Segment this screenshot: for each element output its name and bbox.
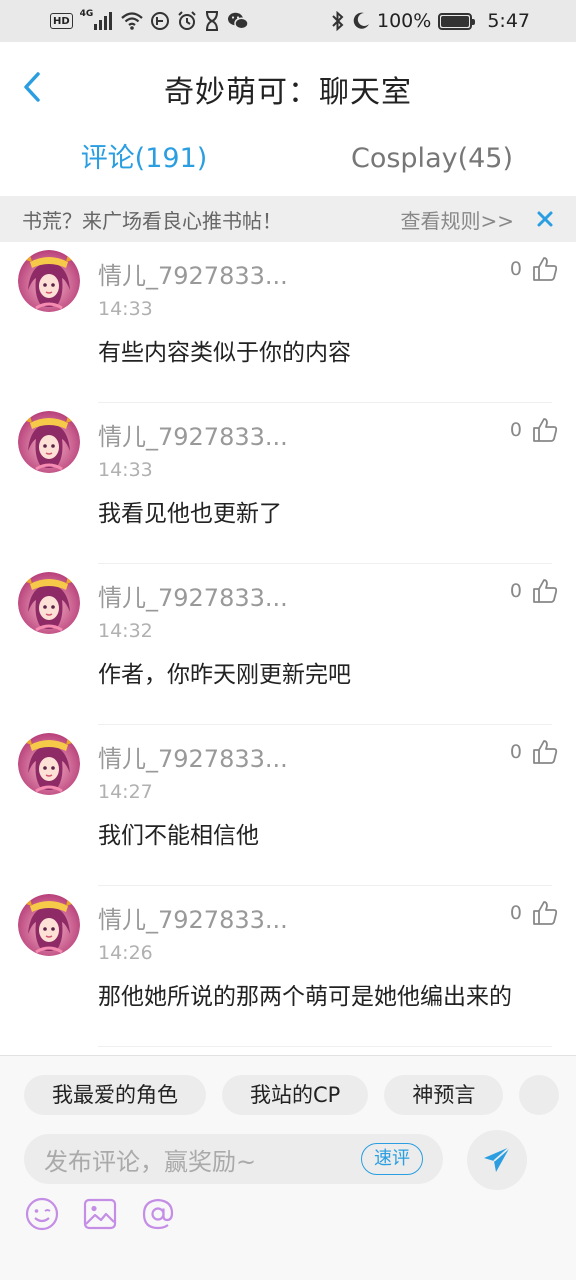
status-left: HD 4G: [50, 10, 250, 32]
wifi-icon: [121, 10, 144, 32]
thumbs-up-icon: [533, 901, 558, 925]
like-button[interactable]: 0: [510, 739, 558, 765]
comment-text: 那他她所说的那两个萌可是她他编出来的: [98, 984, 512, 1010]
comment-username[interactable]: 情儿_7927833...: [98, 256, 288, 291]
hd-icon: HD: [50, 13, 73, 29]
topic-chip[interactable]: 我站的CP: [222, 1075, 369, 1115]
comment-time: 14:26: [98, 942, 153, 964]
avatar[interactable]: [18, 894, 80, 956]
topic-chip-more[interactable]: [519, 1075, 560, 1115]
notice-banner: 书荒？来广场看良心推书帖！ 查看规则>>: [0, 196, 576, 242]
thumbs-up-icon: [533, 418, 558, 442]
emoji-icon[interactable]: [24, 1196, 60, 1232]
bluetooth-icon: [331, 10, 345, 32]
send-icon: [484, 1146, 511, 1172]
topic-chips: 我最爱的角色 我站的CP 神预言: [24, 1075, 576, 1115]
comment-item: 情儿_7927833... 14:33 0 我看见他也更新了: [0, 403, 576, 564]
comment-username[interactable]: 情儿_7927833...: [98, 900, 288, 935]
comment-input[interactable]: 发布评论，赢奖励~ 速评: [24, 1134, 443, 1184]
comment-time: 14:32: [98, 620, 153, 642]
back-button[interactable]: [18, 70, 48, 104]
back-arrow-icon: [24, 72, 40, 102]
like-count: 0: [509, 258, 522, 280]
view-rules-link[interactable]: 查看规则>>: [400, 205, 514, 234]
comment-text: 作者，你昨天刚更新完吧: [98, 662, 351, 688]
topic-chip[interactable]: 我最爱的角色: [24, 1075, 206, 1115]
page-title: 奇妙萌可：聊天室: [164, 75, 412, 110]
comment-item: 情儿_7927833... 14:32 0 作者，你昨天刚更新完吧: [0, 564, 576, 725]
like-button[interactable]: 0: [510, 578, 558, 604]
comment-input-placeholder: 发布评论，赢奖励~: [44, 1147, 257, 1176]
thumbs-up-icon: [533, 740, 558, 764]
comment-time: 14:33: [98, 298, 153, 320]
header: 奇妙萌可：聊天室: [0, 42, 576, 136]
status-bar: HD 4G 100% 5:47: [0, 0, 576, 42]
comment-time: 14:27: [98, 781, 153, 803]
comment-username[interactable]: 情儿_7927833...: [98, 739, 288, 774]
like-count: 0: [509, 741, 522, 763]
status-right: 100% 5:47: [331, 10, 530, 32]
comment-text: 我们不能相信他: [98, 823, 259, 849]
battery-fill: [441, 15, 470, 27]
clock: 5:47: [487, 10, 530, 32]
comment-text: 我看见他也更新了: [98, 501, 282, 527]
divider: [98, 1046, 552, 1047]
data-saver-icon: [150, 10, 170, 32]
mention-icon[interactable]: [140, 1196, 176, 1232]
avatar[interactable]: [18, 572, 80, 634]
alarm-icon: [177, 10, 197, 32]
avatar[interactable]: [18, 411, 80, 473]
send-button[interactable]: [467, 1130, 527, 1190]
image-icon[interactable]: [82, 1196, 118, 1232]
comment-item: 情儿_7927833... 14:26 0 那他她所说的那两个萌可是她他编出来的: [0, 886, 576, 1047]
like-button[interactable]: 0: [510, 256, 558, 282]
comment-text: 有些内容类似于你的内容: [98, 340, 351, 366]
comment-item: 情儿_7927833... 14:33 0 有些内容类似于你的内容: [0, 242, 576, 403]
like-button[interactable]: 0: [510, 417, 558, 443]
like-count: 0: [509, 580, 522, 602]
composer-tools: [24, 1196, 176, 1232]
avatar[interactable]: [18, 250, 80, 312]
comment-items: 情儿_7927833... 14:33 0 有些内容类似于你的内容 情儿_792…: [0, 242, 576, 1047]
like-count: 0: [509, 419, 522, 441]
notice-text: 书荒？来广场看良心推书帖！: [22, 208, 282, 233]
battery-icon: [438, 12, 476, 30]
like-button[interactable]: 0: [510, 900, 558, 926]
battery-percent: 100%: [377, 10, 432, 32]
avatar[interactable]: [18, 733, 80, 795]
comment-list[interactable]: 情儿_7927833... 14:33 0 有些内容类似于你的内容 情儿_792…: [0, 242, 576, 1055]
tab-comments[interactable]: 评论(191): [0, 136, 288, 194]
wechat-icon: [227, 10, 250, 32]
moon-icon: [352, 10, 370, 32]
tab-cosplay[interactable]: Cosplay(45): [288, 136, 576, 194]
comment-username[interactable]: 情儿_7927833...: [98, 417, 288, 452]
hourglass-icon: [204, 10, 220, 32]
tab-bar: 评论(191) Cosplay(45): [0, 136, 576, 194]
thumbs-up-icon: [533, 579, 558, 603]
thumbs-up-icon: [533, 257, 558, 281]
topic-chip[interactable]: 神预言: [384, 1075, 504, 1115]
quick-comment-button[interactable]: 速评: [361, 1143, 423, 1175]
comment-time: 14:33: [98, 459, 153, 481]
signal-4g-icon: 4G: [80, 10, 115, 32]
comment-composer: 我最爱的角色 我站的CP 神预言 发布评论，赢奖励~ 速评: [0, 1055, 576, 1280]
network-type-label: 4G: [79, 9, 94, 19]
comment-username[interactable]: 情儿_7927833...: [98, 578, 288, 613]
close-icon[interactable]: [536, 210, 554, 228]
like-count: 0: [509, 902, 522, 924]
comment-item: 情儿_7927833... 14:27 0 我们不能相信他: [0, 725, 576, 886]
